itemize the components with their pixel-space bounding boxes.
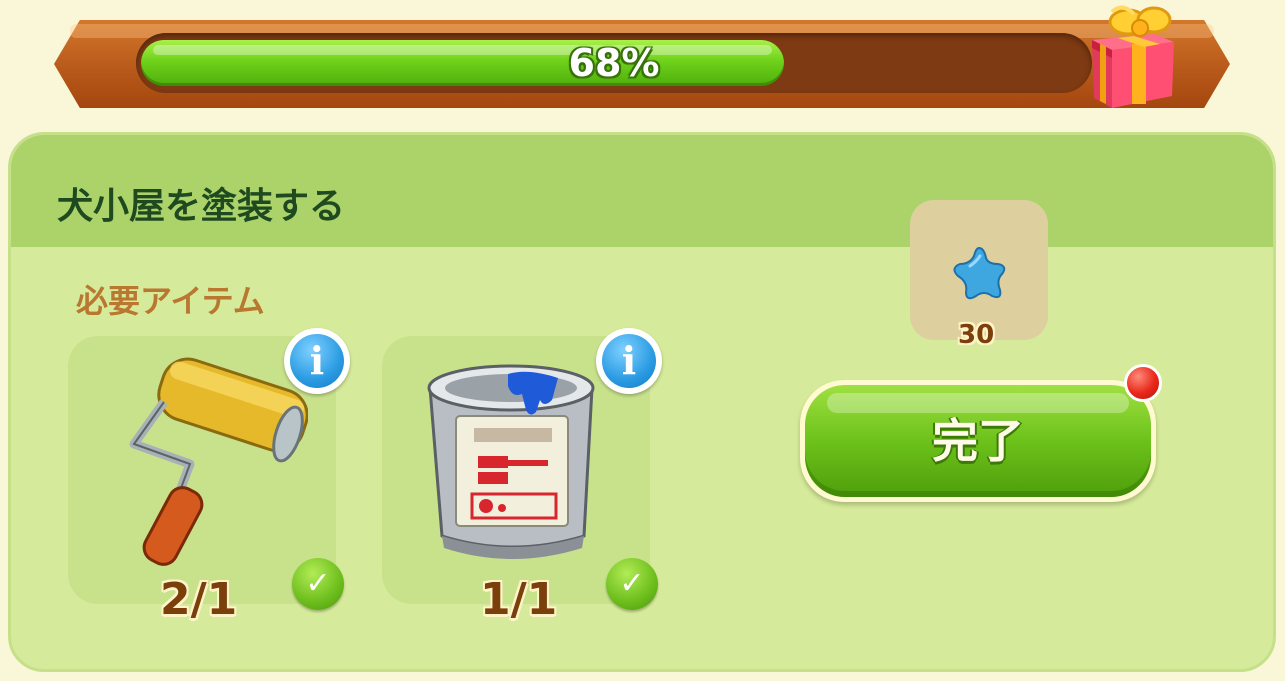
item-card-paint-can[interactable]: i ✓ [382, 328, 662, 610]
reward-card [910, 200, 1048, 340]
reward-amount: 30 [958, 320, 995, 350]
complete-button-label: 完了 [932, 414, 1024, 468]
complete-button-face: 完了 [805, 385, 1151, 497]
blue-star-icon [953, 246, 1006, 300]
progress-bar: 68% [136, 33, 1092, 93]
info-button[interactable]: i [596, 328, 662, 394]
complete-button[interactable]: 完了 [800, 380, 1156, 502]
paint-roller-icon [129, 357, 308, 566]
check-icon: ✓ [606, 558, 658, 610]
notification-dot [1124, 364, 1162, 402]
info-icon: i [602, 334, 656, 388]
gift-box-icon[interactable] [1082, 0, 1182, 112]
info-button[interactable]: i [284, 328, 350, 394]
info-icon: i [290, 334, 344, 388]
task-title: 犬小屋を塗装する [57, 186, 346, 227]
item-count-paint-can: 1/1 [480, 574, 558, 625]
paint-can-icon [427, 364, 595, 559]
progress-percent: 68% [568, 41, 660, 85]
check-icon: ✓ [292, 558, 344, 610]
item-card-paint-roller[interactable]: i ✓ [68, 328, 350, 610]
item-count-paint-roller: 2/1 [160, 574, 238, 625]
required-items-heading: 必要アイテム [76, 282, 265, 320]
